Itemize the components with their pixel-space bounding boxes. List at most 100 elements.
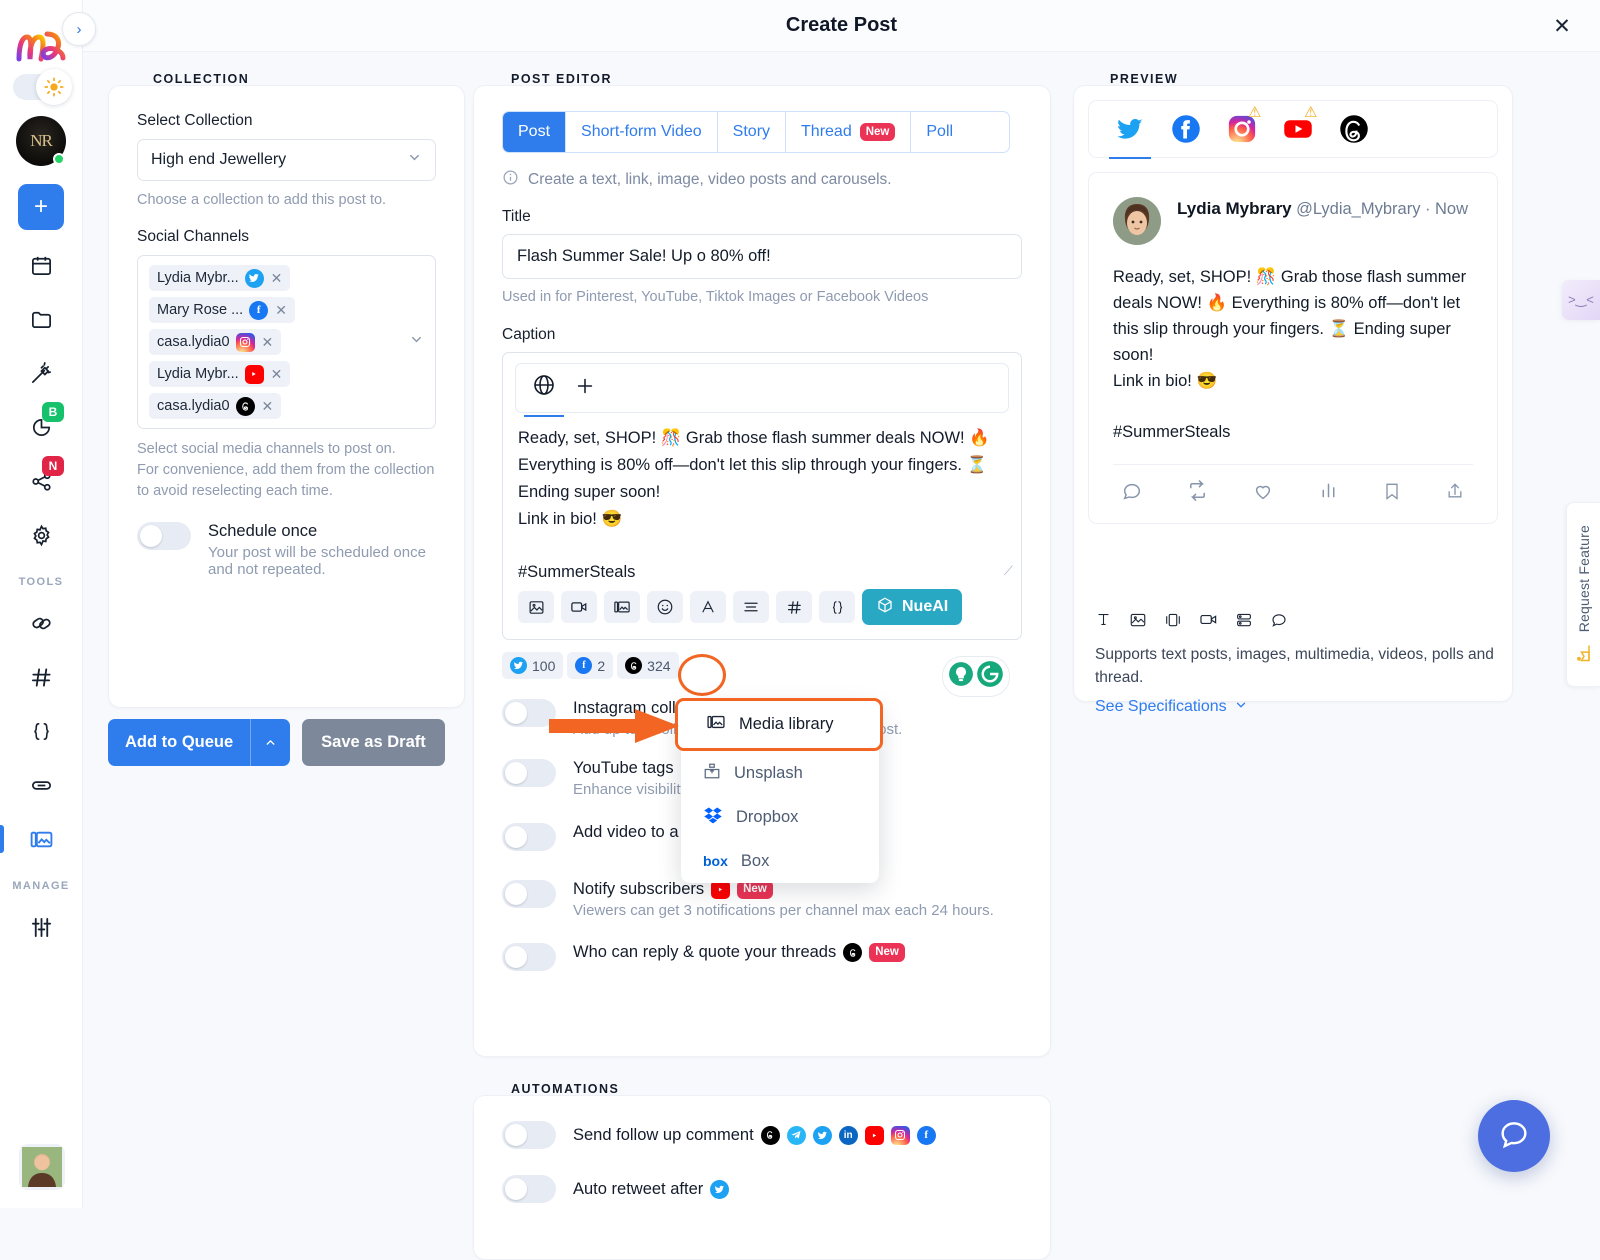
toggle-who-can-reply[interactable] <box>502 943 556 972</box>
video-icon[interactable] <box>561 591 597 624</box>
globe-icon[interactable] <box>524 373 564 417</box>
channel-chip[interactable]: casa.lydia0 ✕ <box>149 329 282 356</box>
social-channels-field[interactable]: Lydia Mybr... ✕ Mary Rose ... f ✕ casa.l… <box>137 255 436 430</box>
grammarly-icon[interactable] <box>976 660 1004 693</box>
tab-post[interactable]: Post <box>503 112 567 152</box>
sidebar-item-magic-wand[interactable] <box>18 354 64 392</box>
remove-channel-icon[interactable]: ✕ <box>262 398 274 415</box>
channel-name: Lydia Mybr... <box>157 366 239 383</box>
stats-icon[interactable] <box>1318 480 1339 506</box>
hashtag-icon[interactable] <box>776 591 812 624</box>
add-channel-variant-icon[interactable] <box>574 375 596 402</box>
tab-short-form-video[interactable]: Short-form Video <box>566 112 718 152</box>
like-icon[interactable] <box>1252 480 1274 507</box>
sidebar-item-share[interactable]: N <box>18 456 64 500</box>
theme-toggle[interactable] <box>13 69 72 105</box>
menu-item-box[interactable]: box Box <box>681 839 879 883</box>
toggle-youtube-playlist[interactable] <box>502 823 556 852</box>
help-chat-button[interactable] <box>1478 1100 1550 1172</box>
add-to-queue-button[interactable]: Add to Queue <box>108 719 291 766</box>
sidebar-item-calendar[interactable] <box>18 246 64 284</box>
title-input[interactable]: Flash Summer Sale! Up o 80% off! <box>502 234 1022 279</box>
tab-story[interactable]: Story <box>717 112 787 152</box>
caption-text[interactable]: Ready, set, SHOP! 🎊 Grab those flash sum… <box>503 413 1021 585</box>
user-avatar[interactable] <box>19 1144 65 1190</box>
plus-icon: + <box>33 193 48 220</box>
font-icon[interactable] <box>690 591 726 624</box>
save-as-draft-button[interactable]: Save as Draft <box>302 719 445 766</box>
reply-icon[interactable] <box>1121 480 1143 507</box>
menu-item-unsplash[interactable]: Unsplash <box>681 751 879 795</box>
thread-icon <box>1270 611 1288 634</box>
preview-tab-facebook[interactable] <box>1171 114 1201 144</box>
sidebar-item-hashtag[interactable] <box>18 658 64 696</box>
create-new-button[interactable]: + <box>18 184 64 230</box>
channel-name: Lydia Mybr... <box>157 270 239 287</box>
sidebar-item-shortlink[interactable] <box>18 766 64 804</box>
collapse-preview-button[interactable]: >‿< <box>1562 280 1600 320</box>
remove-channel-icon[interactable]: ✕ <box>275 302 287 319</box>
nueai-button[interactable]: NueAI <box>862 589 963 626</box>
preview-tab-twitter[interactable] <box>1109 114 1151 159</box>
caption-editor[interactable]: Ready, set, SHOP! 🎊 Grab those flash sum… <box>502 352 1022 641</box>
channel-chip[interactable]: Lydia Mybr... ✕ <box>149 361 291 388</box>
media-library-icon[interactable] <box>604 591 640 624</box>
channel-chip[interactable]: Mary Rose ... f ✕ <box>149 297 295 324</box>
align-icon[interactable] <box>733 591 769 624</box>
chevron-up-icon[interactable] <box>250 719 290 766</box>
toggle-send-follow-up-comment[interactable] <box>502 1121 556 1149</box>
expand-sidebar-button[interactable]: › <box>62 12 96 46</box>
see-specifications-link[interactable]: See Specifications <box>1095 698 1505 717</box>
tweet-action-bar <box>1089 465 1497 523</box>
social-channels-label: Social Channels <box>137 228 250 246</box>
preview-channel-tabs: ⚠ ⚠ <box>1088 100 1498 159</box>
emoji-icon[interactable] <box>647 591 683 624</box>
resize-handle[interactable]: ⟋ <box>1004 563 1013 579</box>
share-icon[interactable] <box>1445 481 1465 506</box>
preview-tab-instagram[interactable]: ⚠ <box>1227 105 1261 144</box>
collapse-icon: >‿< <box>1568 292 1594 307</box>
channel-chip[interactable]: casa.lydia0 ✕ <box>149 393 282 420</box>
remove-channel-icon[interactable]: ✕ <box>271 270 283 287</box>
toggle-notify-subscribers[interactable] <box>502 880 556 909</box>
collection-select[interactable]: High end Jewellery <box>137 139 436 181</box>
toggle-youtube-tags[interactable] <box>502 759 556 788</box>
menu-item-label: Dropbox <box>736 807 799 826</box>
sidebar-item-settings[interactable] <box>18 516 64 554</box>
twitter-icon <box>710 1179 730 1199</box>
brand-avatar[interactable]: NR <box>16 116 66 166</box>
toggle-instagram-collaborators[interactable] <box>502 699 556 728</box>
preview-tab-youtube[interactable]: ⚠ <box>1283 105 1317 144</box>
sidebar-item-folder[interactable] <box>18 300 64 338</box>
counter-facebook: f 2 <box>567 652 614 680</box>
tweet-body: Ready, set, SHOP! 🎊 Grab those flash sum… <box>1089 245 1497 446</box>
close-icon: ✕ <box>1553 14 1571 38</box>
sidebar-item-sliders[interactable] <box>18 908 64 946</box>
retweet-icon[interactable] <box>1186 479 1209 507</box>
counter-value: 324 <box>647 657 671 674</box>
tab-poll[interactable]: Poll <box>911 112 969 152</box>
variable-icon[interactable] <box>819 591 855 624</box>
toggle-sub: Viewers can get 3 notifications per chan… <box>573 902 994 920</box>
sidebar-item-link-chain[interactable] <box>18 604 64 642</box>
preview-tab-threads[interactable] <box>1339 114 1369 144</box>
channel-chip[interactable]: Lydia Mybr... ✕ <box>149 265 291 292</box>
tab-thread[interactable]: Thread New <box>786 112 912 152</box>
close-button[interactable]: ✕ <box>1548 12 1576 40</box>
sidebar-item-media-library[interactable] <box>0 820 64 858</box>
ai-bulb-icon[interactable] <box>948 661 974 692</box>
schedule-once-toggle[interactable] <box>137 522 191 551</box>
menu-item-media-library[interactable]: Media library <box>675 698 883 751</box>
pointer-arrow <box>549 709 679 743</box>
request-feature-tab[interactable]: Request Feature <box>1566 502 1600 687</box>
remove-channel-icon[interactable]: ✕ <box>271 366 283 383</box>
sidebar-item-analytics[interactable]: B <box>18 402 64 446</box>
image-icon[interactable] <box>518 591 554 624</box>
menu-item-dropbox[interactable]: Dropbox <box>681 795 879 839</box>
toggle-auto-retweet[interactable] <box>502 1175 556 1203</box>
bookmark-icon[interactable] <box>1382 481 1402 506</box>
remove-channel-icon[interactable]: ✕ <box>262 334 274 351</box>
sidebar-item-curly-braces[interactable] <box>18 712 64 750</box>
new-badge: New <box>869 943 905 962</box>
chevron-down-icon[interactable] <box>409 332 424 352</box>
